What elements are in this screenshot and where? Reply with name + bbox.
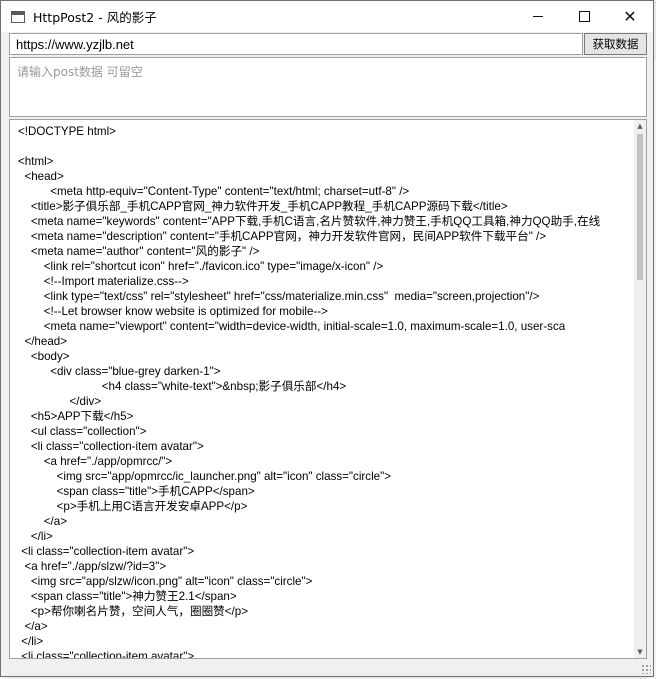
maximize-icon [578, 11, 590, 22]
response-line: <li class="collection-item avatar"> [18, 440, 204, 453]
response-line: <body> [18, 350, 70, 363]
resize-grip-icon[interactable] [641, 664, 651, 674]
response-line: <div class="blue-grey darken-1"> [18, 365, 221, 378]
vertical-scrollbar[interactable]: ▲ ▼ [634, 120, 646, 658]
post-data-input[interactable] [9, 57, 647, 117]
window-title: HttpPost2 - 风的影子 [33, 10, 157, 25]
response-line: <h4 class="white-text">&nbsp;影子俱乐部</h4> [18, 380, 347, 393]
minimize-button[interactable] [515, 1, 561, 32]
response-line: <meta name="keywords" content="APP下载,手机C… [18, 215, 601, 228]
response-line: <link rel="shortcut icon" href="./favico… [18, 260, 384, 273]
response-line: <img src="app/opmrcc/ic_launcher.png" al… [18, 470, 391, 483]
response-line [18, 139, 632, 154]
response-line: <!DOCTYPE html> [18, 125, 116, 138]
scroll-up-arrow-icon[interactable]: ▲ [634, 120, 646, 132]
response-line: </div> [18, 395, 102, 408]
response-output[interactable]: <!DOCTYPE html> <html> <head> <meta http… [9, 119, 647, 659]
response-line: <head> [18, 170, 64, 183]
response-line: <li class="collection-item avatar"> [18, 545, 195, 558]
response-line: <meta http-equiv="Content-Type" content=… [18, 185, 410, 198]
response-line: <!--Import materialize.css--> [18, 275, 189, 288]
response-line: <p>帮你喇名片赞，空间人气，圈圈赞</p> [18, 605, 248, 618]
response-line: </a> [18, 620, 48, 633]
window-controls: ✕ [515, 1, 653, 32]
app-window: HttpPost2 - 风的影子 ✕ 获取数据 <!DOCTYPE html> … [0, 0, 654, 677]
response-line: <link type="text/css" rel="stylesheet" h… [18, 290, 540, 303]
minimize-icon [533, 16, 543, 17]
response-line: </li> [18, 635, 44, 648]
response-text[interactable]: <!DOCTYPE html> <html> <head> <meta http… [18, 124, 632, 658]
maximize-button[interactable] [561, 1, 607, 32]
response-line: <h5>APP下载</h5> [18, 410, 134, 423]
response-line: </li> [18, 530, 53, 543]
response-line: <html> [18, 155, 54, 168]
close-button[interactable]: ✕ [607, 1, 653, 32]
response-line: <li class="collection-item avatar"> [18, 650, 195, 658]
scroll-down-arrow-icon[interactable]: ▼ [634, 646, 646, 658]
response-line: <meta name="viewport" content="width=dev… [18, 320, 566, 333]
response-line: <meta name="author" content="风的影子" /> [18, 245, 260, 258]
response-line: <meta name="description" content="手机CAPP… [18, 230, 547, 243]
response-line: <!--Let browser know website is optimize… [18, 305, 328, 318]
response-line: <ul class="collection"> [18, 425, 147, 438]
app-window-icon [11, 10, 25, 23]
response-line: <span class="title">手机CAPP</span> [18, 485, 255, 498]
response-line: </head> [18, 335, 67, 348]
response-line: <span class="title">神力赞王2.1</span> [18, 590, 237, 603]
response-line: <title>影子俱乐部_手机CAPP官网_神力软件开发_手机CAPP教程_手机… [18, 200, 508, 213]
url-row: 获取数据 [9, 33, 647, 55]
response-line: </a> [18, 515, 67, 528]
response-line: <p>手机上用C语言开发安卓APP</p> [18, 500, 248, 513]
scroll-thumb[interactable] [637, 134, 643, 280]
url-input[interactable] [9, 33, 583, 55]
response-line: <img src="app/slzw/icon.png" alt="icon" … [18, 575, 313, 588]
response-line: <a href="./app/slzw/?id=3"> [18, 560, 167, 573]
fetch-data-button[interactable]: 获取数据 [584, 33, 647, 55]
close-icon: ✕ [623, 6, 637, 26]
response-line: <a href="./app/opmrcc/"> [18, 455, 173, 468]
title-bar[interactable]: HttpPost2 - 风的影子 ✕ [1, 1, 653, 32]
